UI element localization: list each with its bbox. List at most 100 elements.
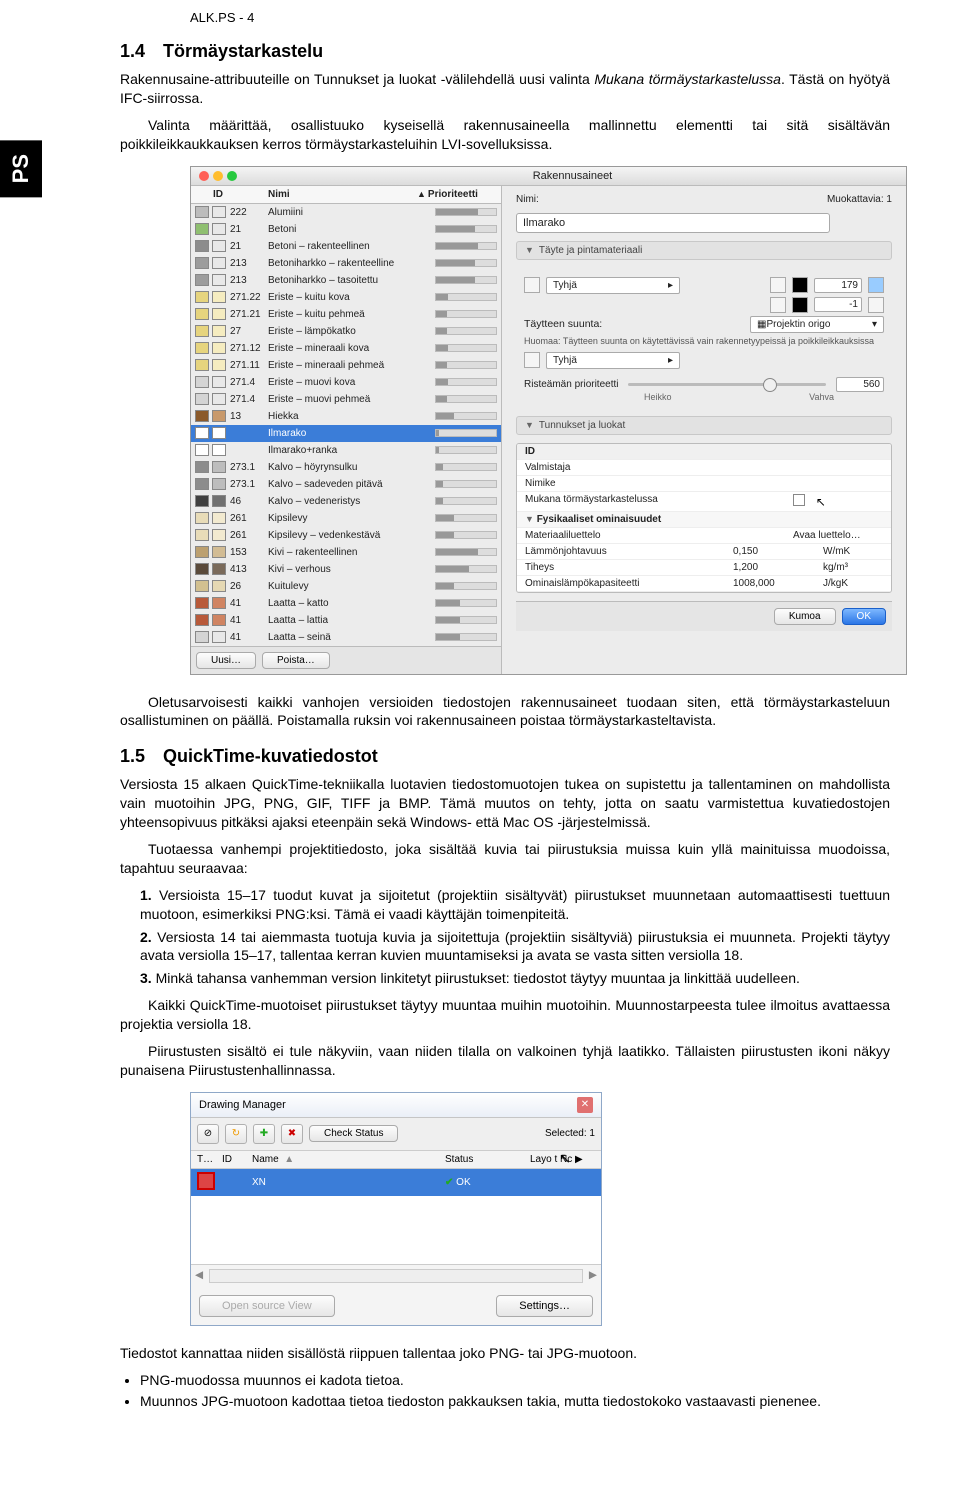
material-row[interactable]: 271.21Eriste – kuitu pehmeä <box>191 306 501 323</box>
dm-row-selected[interactable]: XN ✔ OK <box>191 1169 601 1196</box>
material-row[interactable]: 13Hiekka <box>191 408 501 425</box>
material-row[interactable]: 213Betoniharkko – rakenteelline <box>191 255 501 272</box>
pen2-icon[interactable] <box>770 297 786 313</box>
mat-id: 271.4 <box>230 394 268 405</box>
material-row[interactable]: 41Laatta – katto <box>191 595 501 612</box>
mat-id: 41 <box>230 615 268 626</box>
collision-checkbox[interactable] <box>793 494 805 506</box>
value-179[interactable]: 179 <box>814 278 862 293</box>
color-swatch-2[interactable] <box>868 277 884 293</box>
material-row[interactable]: 271.11Eriste – mineraali pehmeä <box>191 357 501 374</box>
material-row[interactable]: 271.12Eriste – mineraali kova <box>191 340 501 357</box>
section-tayte[interactable]: ▼Täyte ja pintamateriaali <box>516 241 892 260</box>
priority-value[interactable]: 560 <box>836 377 884 392</box>
ps-side-tab: PS <box>0 140 42 197</box>
color-swatch-1[interactable] <box>792 277 808 293</box>
kumoa-button[interactable]: Kumoa <box>774 608 836 625</box>
surface-icon[interactable] <box>524 352 540 368</box>
material-row[interactable]: 261Kipsilevy – vedenkestävä <box>191 527 501 544</box>
section-tunnukset[interactable]: ▼Tunnukset ja luokat <box>516 416 892 435</box>
tayt-suunta-label: Täytteen suunta: <box>524 318 602 330</box>
note-text: Huomaa: Täytteen suunta on käytettävissä… <box>524 336 884 346</box>
prop-tiheys-u: kg/m³ <box>823 562 883 573</box>
material-row[interactable]: 271.4Eriste – muovi pehmeä <box>191 391 501 408</box>
prop-omin-u: J/kgK <box>823 578 883 589</box>
origo-dropdown[interactable]: ▦ Projektin origo▾ <box>750 316 884 333</box>
col-priority[interactable]: ▲Prioriteetti <box>417 189 497 200</box>
nimi-label: Nimi: <box>516 194 539 205</box>
swatch2-icon <box>212 631 226 643</box>
add-icon[interactable]: ✚ <box>253 1124 275 1144</box>
material-row[interactable]: 271.22Eriste – kuitu kova <box>191 289 501 306</box>
swatch-icon <box>195 597 209 609</box>
dm-col-status[interactable]: Status <box>445 1154 530 1165</box>
material-row[interactable]: 222Alumiini <box>191 204 501 221</box>
dm-col-name[interactable]: Name ▲ <box>252 1154 445 1165</box>
col-id[interactable]: ID <box>213 189 268 200</box>
mat-name: Kalvo – sadeveden pitävä <box>268 479 431 490</box>
slider-thumb[interactable] <box>763 378 777 392</box>
material-row[interactable]: 153Kivi – rakenteellinen <box>191 544 501 561</box>
refresh-icon[interactable]: ↻ <box>225 1124 247 1144</box>
zoom-icon[interactable] <box>227 171 237 181</box>
col-name[interactable]: Nimi <box>268 189 417 200</box>
mat-prio <box>435 531 497 539</box>
mat-prio <box>435 429 497 437</box>
settings-button[interactable]: Settings… <box>496 1295 593 1317</box>
link-icon[interactable]: ⊘ <box>197 1124 219 1144</box>
material-row[interactable]: 273.1Kalvo – höyrynsulku <box>191 459 501 476</box>
value-neg1[interactable]: -1 <box>814 297 862 312</box>
check-status-button[interactable]: Check Status <box>309 1125 398 1142</box>
material-row[interactable]: 41Laatta – lattia <box>191 612 501 629</box>
material-row[interactable]: 27Eriste – lämpökatko <box>191 323 501 340</box>
prop-omin: Ominaislämpökapasiteetti <box>525 578 733 589</box>
dm-col-layout[interactable]: Layo t Nc ▶↖ <box>530 1154 595 1165</box>
prop-matl-v[interactable]: Avaa luettelo… <box>793 530 883 541</box>
para1-em: Mukana törmäystarkastelussa <box>594 71 781 87</box>
materials-list[interactable]: 222Alumiini21Betoni21Betoni – rakenteell… <box>191 204 501 646</box>
mat-id: 271.12 <box>230 343 268 354</box>
mat-id: 27 <box>230 326 268 337</box>
page-code: ALK.PS - 4 <box>70 0 890 25</box>
mat-id: 413 <box>230 564 268 575</box>
mat-id: 213 <box>230 258 268 269</box>
material-row[interactable]: 273.1Kalvo – sadeveden pitävä <box>191 476 501 493</box>
material-row[interactable]: 213Betoniharkko – tasoitettu <box>191 272 501 289</box>
prop-lammon-v[interactable]: 0,150 <box>733 546 823 557</box>
material-row[interactable]: 21Betoni <box>191 221 501 238</box>
s15-p3: Kaikki QuickTime-muotoiset piirustukset … <box>120 996 890 1034</box>
chevron-down-icon: ▼ <box>525 420 534 430</box>
delete-button[interactable]: Poista… <box>262 652 330 669</box>
material-row[interactable]: Ilmarako <box>191 425 501 442</box>
prop-tiheys-v[interactable]: 1,200 <box>733 562 823 573</box>
material-row[interactable]: 21Betoni – rakenteellinen <box>191 238 501 255</box>
priority-slider[interactable] <box>628 383 826 386</box>
swatch-icon <box>195 580 209 592</box>
dm-col-id[interactable]: ID <box>222 1154 252 1165</box>
material-row[interactable]: 413Kivi – verhous <box>191 561 501 578</box>
material-row[interactable]: 271.4Eriste – muovi kova <box>191 374 501 391</box>
material-row[interactable]: 26Kuitulevy <box>191 578 501 595</box>
pen-icon[interactable] <box>770 277 786 293</box>
close-icon[interactable] <box>199 171 209 181</box>
surface-dropdown[interactable]: Tyhjä▸ <box>546 352 680 369</box>
ok-button[interactable]: OK <box>842 608 886 625</box>
material-row[interactable]: Ilmarako+ranka <box>191 442 501 459</box>
material-row[interactable]: 46Kalvo – vedeneristys <box>191 493 501 510</box>
fill-icon[interactable] <box>524 277 540 293</box>
fill-dropdown[interactable]: Tyhjä▸ <box>546 277 680 294</box>
remove-icon[interactable]: ✖ <box>281 1124 303 1144</box>
dm-scrollbar[interactable]: ◀▶ <box>191 1265 601 1287</box>
open-source-button[interactable]: Open source View <box>199 1295 335 1317</box>
minimize-icon[interactable] <box>213 171 223 181</box>
color-swatch-3[interactable] <box>792 297 808 313</box>
material-row[interactable]: 261Kipsilevy <box>191 510 501 527</box>
new-button[interactable]: Uusi… <box>196 652 256 669</box>
dm-col-t[interactable]: T… <box>197 1154 222 1165</box>
mat-name: Laatta – katto <box>268 598 431 609</box>
bg-swatch[interactable] <box>868 297 884 313</box>
prop-omin-v[interactable]: 1008,000 <box>733 578 823 589</box>
material-row[interactable]: 41Laatta – seinä <box>191 629 501 646</box>
close-icon[interactable]: ✕ <box>577 1097 593 1113</box>
name-input[interactable]: Ilmarako <box>516 213 830 233</box>
